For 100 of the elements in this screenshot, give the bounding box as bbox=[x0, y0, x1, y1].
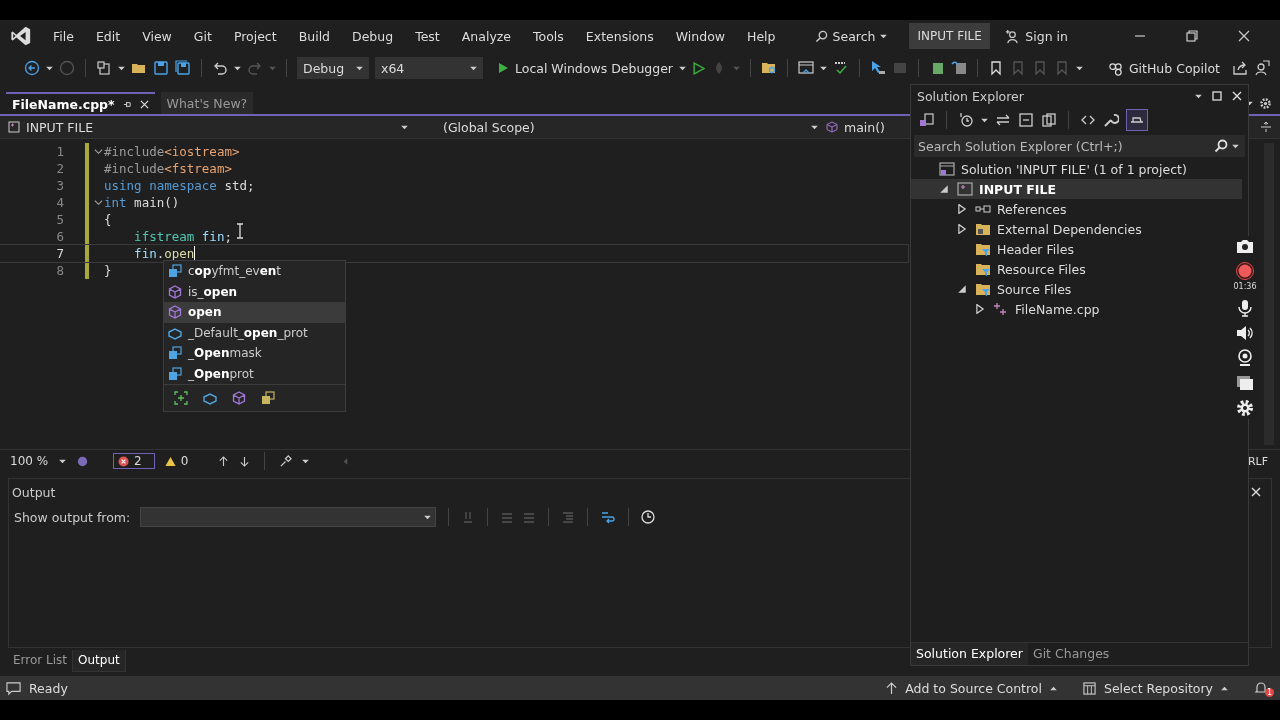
menu-item[interactable]: Edit bbox=[84, 28, 132, 44]
menu-item[interactable]: Build bbox=[287, 28, 342, 44]
caret-icon[interactable] bbox=[302, 458, 310, 464]
caret-icon[interactable] bbox=[1076, 65, 1083, 71]
collapse-icon[interactable] bbox=[93, 198, 103, 207]
arrow-down-icon[interactable] bbox=[239, 455, 251, 467]
caret-icon[interactable] bbox=[234, 65, 241, 71]
uncomment-icon[interactable] bbox=[951, 60, 967, 76]
caret-icon[interactable] bbox=[1195, 93, 1202, 99]
copy-icon[interactable] bbox=[1041, 112, 1057, 128]
menu-item[interactable]: Help bbox=[736, 28, 787, 44]
microphone-icon[interactable] bbox=[1238, 299, 1252, 317]
zoom-dropdown[interactable]: 100 % bbox=[10, 454, 66, 468]
caret-icon[interactable] bbox=[59, 458, 66, 464]
completion-item[interactable]: copyfmt_event bbox=[164, 261, 345, 282]
project-dropdown[interactable]: INPUT FILE bbox=[8, 119, 408, 135]
close-icon[interactable] bbox=[139, 99, 149, 109]
caret-icon[interactable] bbox=[118, 65, 125, 71]
member-dropdown[interactable]: main() bbox=[826, 119, 885, 135]
caret-icon[interactable] bbox=[401, 124, 408, 130]
collapse-icon[interactable] bbox=[93, 147, 103, 156]
error-count[interactable]: 2 bbox=[113, 453, 155, 469]
save-all-icon[interactable] bbox=[175, 60, 191, 76]
caret-icon[interactable] bbox=[679, 65, 686, 71]
caret-icon[interactable] bbox=[811, 124, 818, 130]
close-icon[interactable] bbox=[1232, 91, 1242, 101]
maximize-icon[interactable] bbox=[1212, 91, 1222, 101]
add-to-source-control-button[interactable]: Add to Source Control bbox=[886, 680, 1057, 696]
editor-tab[interactable]: What's New? bbox=[160, 92, 254, 114]
tree-item[interactable]: External Dependencies bbox=[911, 219, 1148, 239]
completion-item[interactable]: _Openmask bbox=[164, 343, 345, 364]
panel-tab[interactable]: Git Changes bbox=[1027, 643, 1115, 665]
start-debugging-button[interactable]: Local Windows Debugger bbox=[497, 60, 686, 76]
undo-icon[interactable] bbox=[212, 60, 228, 76]
collapsed-icon[interactable] bbox=[975, 304, 985, 314]
menu-item[interactable]: Analyze bbox=[450, 28, 523, 44]
expanded-icon[interactable] bbox=[957, 284, 967, 294]
pin-icon[interactable] bbox=[122, 99, 132, 109]
history-icon[interactable] bbox=[958, 112, 974, 128]
collapse-all-icon[interactable] bbox=[1018, 112, 1034, 128]
warning-count[interactable]: 0 bbox=[164, 454, 189, 468]
caret-icon[interactable] bbox=[356, 65, 363, 71]
platform-dropdown[interactable]: x64 bbox=[375, 57, 483, 79]
completion-item[interactable]: _Openprot bbox=[164, 363, 345, 384]
bookmark-icon[interactable] bbox=[988, 60, 1004, 76]
caret-icon[interactable] bbox=[46, 65, 53, 71]
menu-item[interactable]: View bbox=[131, 28, 183, 44]
block-icon[interactable] bbox=[203, 391, 217, 405]
settings-icon[interactable] bbox=[1259, 96, 1272, 110]
clock-icon[interactable] bbox=[641, 510, 656, 524]
feedback-icon[interactable] bbox=[1254, 60, 1270, 76]
record-icon[interactable] bbox=[1236, 262, 1254, 280]
preview-toggle[interactable] bbox=[1126, 109, 1148, 131]
close-icon[interactable] bbox=[1251, 487, 1261, 497]
menu-item[interactable]: Test bbox=[404, 28, 451, 44]
save-icon[interactable] bbox=[153, 60, 169, 76]
menu-item[interactable]: Extensions bbox=[574, 28, 665, 44]
search-button[interactable]: Search bbox=[806, 28, 896, 44]
menu-item[interactable]: Project bbox=[222, 28, 288, 44]
completion-item[interactable]: open bbox=[164, 302, 345, 323]
camera-icon[interactable] bbox=[1236, 238, 1254, 254]
tree-item[interactable]: FileName.cpp bbox=[911, 299, 1106, 319]
tree-item[interactable]: Header Files bbox=[911, 239, 1080, 259]
configuration-dropdown[interactable]: Debug bbox=[297, 57, 369, 79]
panel-tab[interactable]: Error List bbox=[8, 650, 73, 672]
tree-item[interactable]: References bbox=[911, 199, 1073, 219]
tree-item[interactable]: Source Files bbox=[911, 279, 1078, 299]
snippet-filter-icon[interactable] bbox=[174, 391, 188, 405]
editor-tab[interactable]: FileName.cpp* bbox=[6, 92, 155, 114]
caret-icon[interactable] bbox=[1232, 143, 1239, 149]
webcam-icon[interactable] bbox=[1237, 349, 1253, 367]
sync-icon[interactable] bbox=[995, 112, 1011, 128]
caret-icon[interactable] bbox=[981, 117, 988, 123]
sign-in-button[interactable]: Sign in bbox=[1004, 28, 1068, 44]
scope-dropdown[interactable]: (Global Scope) bbox=[408, 119, 818, 135]
menu-item[interactable]: Debug bbox=[341, 28, 405, 44]
collapsed-icon[interactable] bbox=[957, 204, 967, 214]
completion-item[interactable]: _Default_open_prot bbox=[164, 322, 345, 343]
expanded-icon[interactable] bbox=[939, 184, 949, 194]
arrow-up-icon[interactable] bbox=[218, 455, 230, 467]
tree-item[interactable]: Solution 'INPUT FILE' (1 of 1 project) bbox=[911, 159, 1193, 179]
menu-item[interactable]: Git bbox=[182, 28, 223, 44]
back-icon[interactable] bbox=[24, 60, 40, 76]
caret-icon[interactable] bbox=[820, 65, 827, 71]
tree-item[interactable]: Resource Files bbox=[911, 259, 1092, 279]
caret-icon[interactable] bbox=[1050, 685, 1057, 691]
search-icon[interactable] bbox=[1214, 139, 1228, 153]
tree-item[interactable]: INPUT FILE bbox=[911, 179, 1242, 199]
switch-views-icon[interactable] bbox=[919, 112, 935, 128]
pointer-icon[interactable] bbox=[870, 60, 886, 76]
select-repository-button[interactable]: Select Repository bbox=[1083, 680, 1228, 696]
windows-icon[interactable] bbox=[1236, 375, 1254, 391]
share-icon[interactable] bbox=[1232, 60, 1248, 76]
spell-check-icon[interactable] bbox=[833, 60, 849, 76]
browser-icon[interactable] bbox=[798, 60, 814, 76]
word-wrap-icon[interactable] bbox=[600, 510, 617, 524]
speaker-icon[interactable] bbox=[1236, 325, 1254, 341]
split-icon[interactable] bbox=[1260, 121, 1272, 133]
restore-icon[interactable] bbox=[1186, 30, 1198, 42]
caret-icon[interactable] bbox=[880, 33, 888, 39]
